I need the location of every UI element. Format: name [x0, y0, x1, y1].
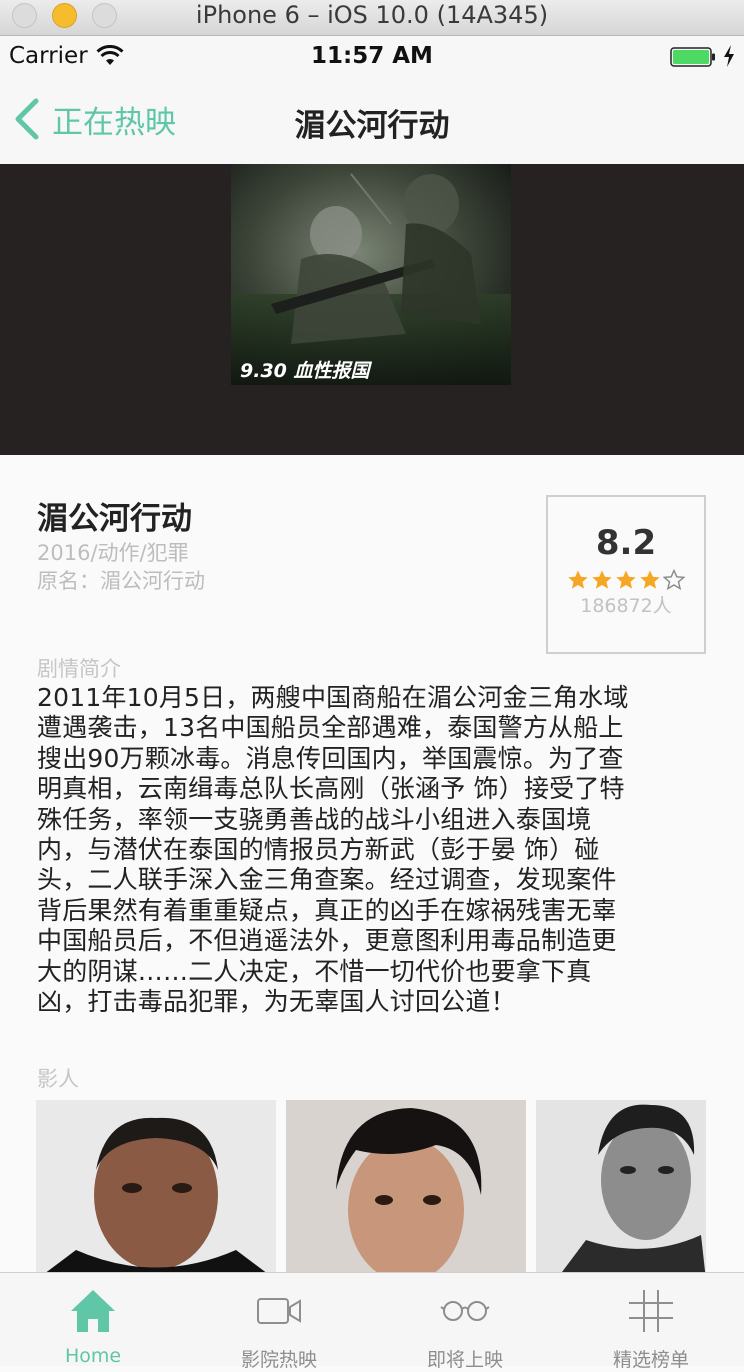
- status-time: 11:57 AM: [311, 43, 433, 69]
- star-empty-icon: [663, 569, 685, 591]
- tab-home[interactable]: Home: [0, 1273, 186, 1367]
- synopsis-line: 搜出90万颗冰毒。消息传回国内，举国震惊。为了查: [37, 743, 624, 773]
- movie-meta: 2016/动作/犯罪 原名：湄公河行动: [37, 539, 205, 595]
- simulator-titlebar: iPhone 6 – iOS 10.0 (14A345): [0, 0, 744, 36]
- synopsis-line: 内，与潜伏在泰国的情报员方新武（彭于晏 饰）碰: [37, 835, 600, 865]
- synopsis-text: 2011年10月5日，两艘中国商船在湄公河金三角水域 遭遇袭击，13名中国船员全…: [37, 683, 717, 1017]
- hero-banner: 9.30 血性报国: [0, 164, 744, 455]
- home-icon: [71, 1290, 115, 1332]
- glasses-icon: [440, 1301, 490, 1321]
- cast-portrait-1: [36, 1100, 276, 1272]
- charging-bolt-icon: [724, 45, 734, 67]
- rating-box: 8.2 186872人: [546, 495, 706, 654]
- synopsis-line: 大的阴谋……二人决定，不惜一切代价也要拿下真: [37, 956, 592, 986]
- synopsis-line: 凶，打击毒品犯罪，为无辜国人讨回公道！: [37, 987, 516, 1017]
- synopsis-line: 明真相，云南缉毒总队长高刚（张涵予 饰）接受了特: [37, 774, 625, 804]
- tab-label: 影院热映: [240, 1349, 317, 1371]
- battery-icon: [670, 47, 715, 67]
- navigation-bar: 正在热映 湄公河行动: [0, 76, 744, 164]
- cast-label: 影人: [37, 1067, 79, 1091]
- tab-cinema-showing[interactable]: 影院热映: [186, 1273, 372, 1371]
- synopsis-line: 2011年10月5日，两艘中国商船在湄公河金三角水域: [37, 683, 629, 712]
- cast-portrait-2: [286, 1100, 526, 1272]
- tab-label: 即将上映: [426, 1349, 503, 1371]
- rating-count: 186872人: [580, 595, 672, 617]
- synopsis-line: 背后果然有着重重疑点，真正的凶手在嫁祸残害无辜: [37, 895, 617, 925]
- hashtag-icon: [629, 1290, 673, 1332]
- movie-title: 湄公河行动: [37, 501, 192, 537]
- rating-stars: [548, 569, 704, 591]
- video-camera-icon: [257, 1298, 301, 1324]
- tab-label: 精选榜单: [612, 1349, 689, 1371]
- synopsis-line: 中国船员后，不但逍遥法外，更意图利用毒品制造更: [37, 926, 617, 956]
- simulator-title: iPhone 6 – iOS 10.0 (14A345): [195, 1, 549, 29]
- cast-photo[interactable]: [36, 1100, 276, 1272]
- poster-image: [231, 164, 511, 385]
- poster-caption: 9.30 血性报国: [240, 360, 370, 382]
- synopsis-line: 殊任务，率领一支骁勇善战的战斗小组进入泰国境: [37, 804, 592, 834]
- cast-photo[interactable]: [536, 1100, 706, 1272]
- tab-coming-soon[interactable]: 即将上映: [372, 1273, 558, 1371]
- star-filled-icon: [640, 570, 660, 589]
- tab-label: Home: [64, 1345, 122, 1367]
- movie-poster[interactable]: 9.30 血性报国: [231, 164, 511, 385]
- cast-portrait-3: [536, 1100, 706, 1272]
- synopsis-line: 遭遇袭击，13名中国船员全部遇难，泰国警方从船上: [37, 713, 624, 743]
- cast-list[interactable]: [36, 1100, 744, 1272]
- nav-title: 湄公河行动: [294, 108, 450, 144]
- movie-original-name: 原名：湄公河行动: [37, 569, 205, 593]
- cast-photo[interactable]: [286, 1100, 526, 1272]
- star-filled-icon: [568, 570, 588, 589]
- status-bar: Carrier 11:57 AM: [0, 36, 744, 76]
- movie-year-genre: 2016/动作/犯罪: [37, 541, 189, 565]
- star-filled-icon: [592, 570, 612, 589]
- tab-featured-lists[interactable]: 精选榜单: [558, 1273, 744, 1371]
- rating-score: 8.2: [595, 523, 657, 563]
- movie-detail-content[interactable]: 湄公河行动 2016/动作/犯罪 原名：湄公河行动 8.2 186872人 剧情…: [0, 455, 744, 1272]
- star-filled-icon: [616, 570, 636, 589]
- tab-bar: Home 影院热映 即将上映 精选榜单: [0, 1272, 744, 1371]
- synopsis-line: 头，二人联手深入金三角查案。经过调查，发现案件: [37, 865, 617, 895]
- synopsis-label: 剧情简介: [37, 657, 121, 681]
